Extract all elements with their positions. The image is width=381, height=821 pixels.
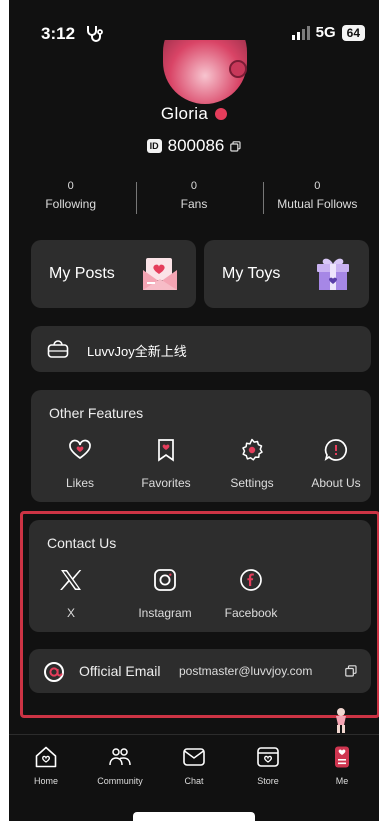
tab-me-label: Me xyxy=(335,776,349,786)
fans-label: Fans xyxy=(180,197,208,211)
username: Gloria xyxy=(160,104,209,123)
feature-likes[interactable]: Likes xyxy=(45,438,115,490)
tab-community[interactable]: Community xyxy=(83,735,157,796)
my-toys-label: My Toys xyxy=(222,265,281,282)
status-time: 3:12 xyxy=(41,24,76,43)
x-logo-icon xyxy=(60,570,82,590)
stat-divider xyxy=(263,182,264,214)
tab-home[interactable]: Home xyxy=(9,735,83,796)
signal-icon xyxy=(291,25,310,40)
love-letter-icon xyxy=(143,258,177,290)
following-label: Following xyxy=(45,197,97,211)
me-icon xyxy=(335,746,349,768)
store-icon xyxy=(257,747,279,767)
contact-facebook[interactable]: Facebook xyxy=(215,568,287,620)
battery-level: 64 xyxy=(341,24,365,41)
copy-icon[interactable] xyxy=(345,665,357,677)
favorites-label: Favorites xyxy=(141,476,191,490)
status-right: 5G 64 xyxy=(291,24,365,41)
x-label: X xyxy=(66,606,75,620)
official-email-label: Official Email xyxy=(79,663,161,679)
copy-icon[interactable] xyxy=(230,140,241,152)
gift-box-icon xyxy=(317,258,349,290)
settings-label: Settings xyxy=(230,476,274,490)
avatar[interactable] xyxy=(159,40,251,106)
tab-store[interactable]: Store xyxy=(231,735,305,796)
chat-icon xyxy=(183,748,205,766)
tab-me[interactable]: Me xyxy=(305,735,379,796)
user-id-row: ID 800086 xyxy=(9,136,379,156)
following-count: 0 xyxy=(67,180,74,192)
bottom-tab-bar: Home Community Chat Store Me xyxy=(9,734,379,796)
contact-us-card: Contact Us X Instagram Facebook xyxy=(29,520,371,632)
stat-following[interactable]: 0 Following xyxy=(9,180,132,216)
user-id: 800086 xyxy=(167,136,225,155)
contact-x[interactable]: X xyxy=(35,568,107,620)
network-type: 5G xyxy=(315,24,336,41)
tab-chat-label: Chat xyxy=(184,776,204,786)
contact-us-title: Contact Us xyxy=(47,535,117,551)
tab-home-label: Home xyxy=(33,776,58,786)
shopping-bag-icon xyxy=(47,340,69,358)
chat-bubble-icon xyxy=(324,439,347,461)
at-sign-icon xyxy=(44,662,64,682)
tab-store-label: Store xyxy=(257,776,279,786)
avatar-edit-icon[interactable] xyxy=(229,60,247,78)
tab-community-label: Community xyxy=(97,776,143,786)
instagram-icon xyxy=(154,569,176,591)
community-icon xyxy=(109,748,131,766)
home-icon xyxy=(35,746,57,768)
facebook-label: Facebook xyxy=(224,606,278,620)
username-row: Gloria xyxy=(9,104,379,124)
mutual-count: 0 xyxy=(314,180,321,192)
official-email-value: postmaster@luvvjoy.com xyxy=(179,664,313,678)
fans-count: 0 xyxy=(190,180,198,192)
facebook-icon xyxy=(240,569,262,591)
contact-instagram[interactable]: Instagram xyxy=(129,568,201,620)
stat-divider xyxy=(136,182,137,214)
mutual-label: Mutual Follows xyxy=(277,197,358,211)
instagram-label: Instagram xyxy=(138,606,192,620)
other-features-card: Other Features Likes Favorites Settings xyxy=(31,390,371,502)
follow-stats: 0 Following 0 Fans 0 Mutual Follows xyxy=(9,180,379,216)
feature-favorites[interactable]: Favorites xyxy=(131,438,201,490)
home-indicator[interactable] xyxy=(133,812,255,821)
id-tag: ID xyxy=(146,139,162,153)
other-features-title: Other Features xyxy=(49,405,144,421)
banner-text: LuvvJoy全新上线 xyxy=(87,344,187,359)
my-posts-label: My Posts xyxy=(49,265,115,282)
gender-icon xyxy=(215,108,228,120)
stat-mutual[interactable]: 0 Mutual Follows xyxy=(256,180,379,216)
tab-chat[interactable]: Chat xyxy=(157,735,231,796)
stethoscope-icon xyxy=(87,26,103,42)
feature-about-us[interactable]: About Us xyxy=(301,438,371,490)
mascot-figure-icon xyxy=(336,708,346,733)
official-email-row[interactable]: Official Email postmaster@luvvjoy.com xyxy=(29,649,371,693)
about-us-label: About Us xyxy=(311,476,361,490)
feature-settings[interactable]: Settings xyxy=(217,438,287,490)
my-posts-card[interactable]: My Posts xyxy=(31,240,196,308)
luvvjoy-banner[interactable]: LuvvJoy全新上线 xyxy=(31,326,371,372)
stat-fans[interactable]: 0 Fans xyxy=(132,180,255,216)
phone-screen: 3:12 5G 64 Gloria ID 800086 0 Following … xyxy=(9,0,379,821)
gear-icon xyxy=(242,438,263,461)
likes-label: Likes xyxy=(65,476,94,490)
heart-icon xyxy=(69,439,91,460)
my-toys-card[interactable]: My Toys xyxy=(204,240,369,308)
bookmark-icon xyxy=(158,439,174,462)
